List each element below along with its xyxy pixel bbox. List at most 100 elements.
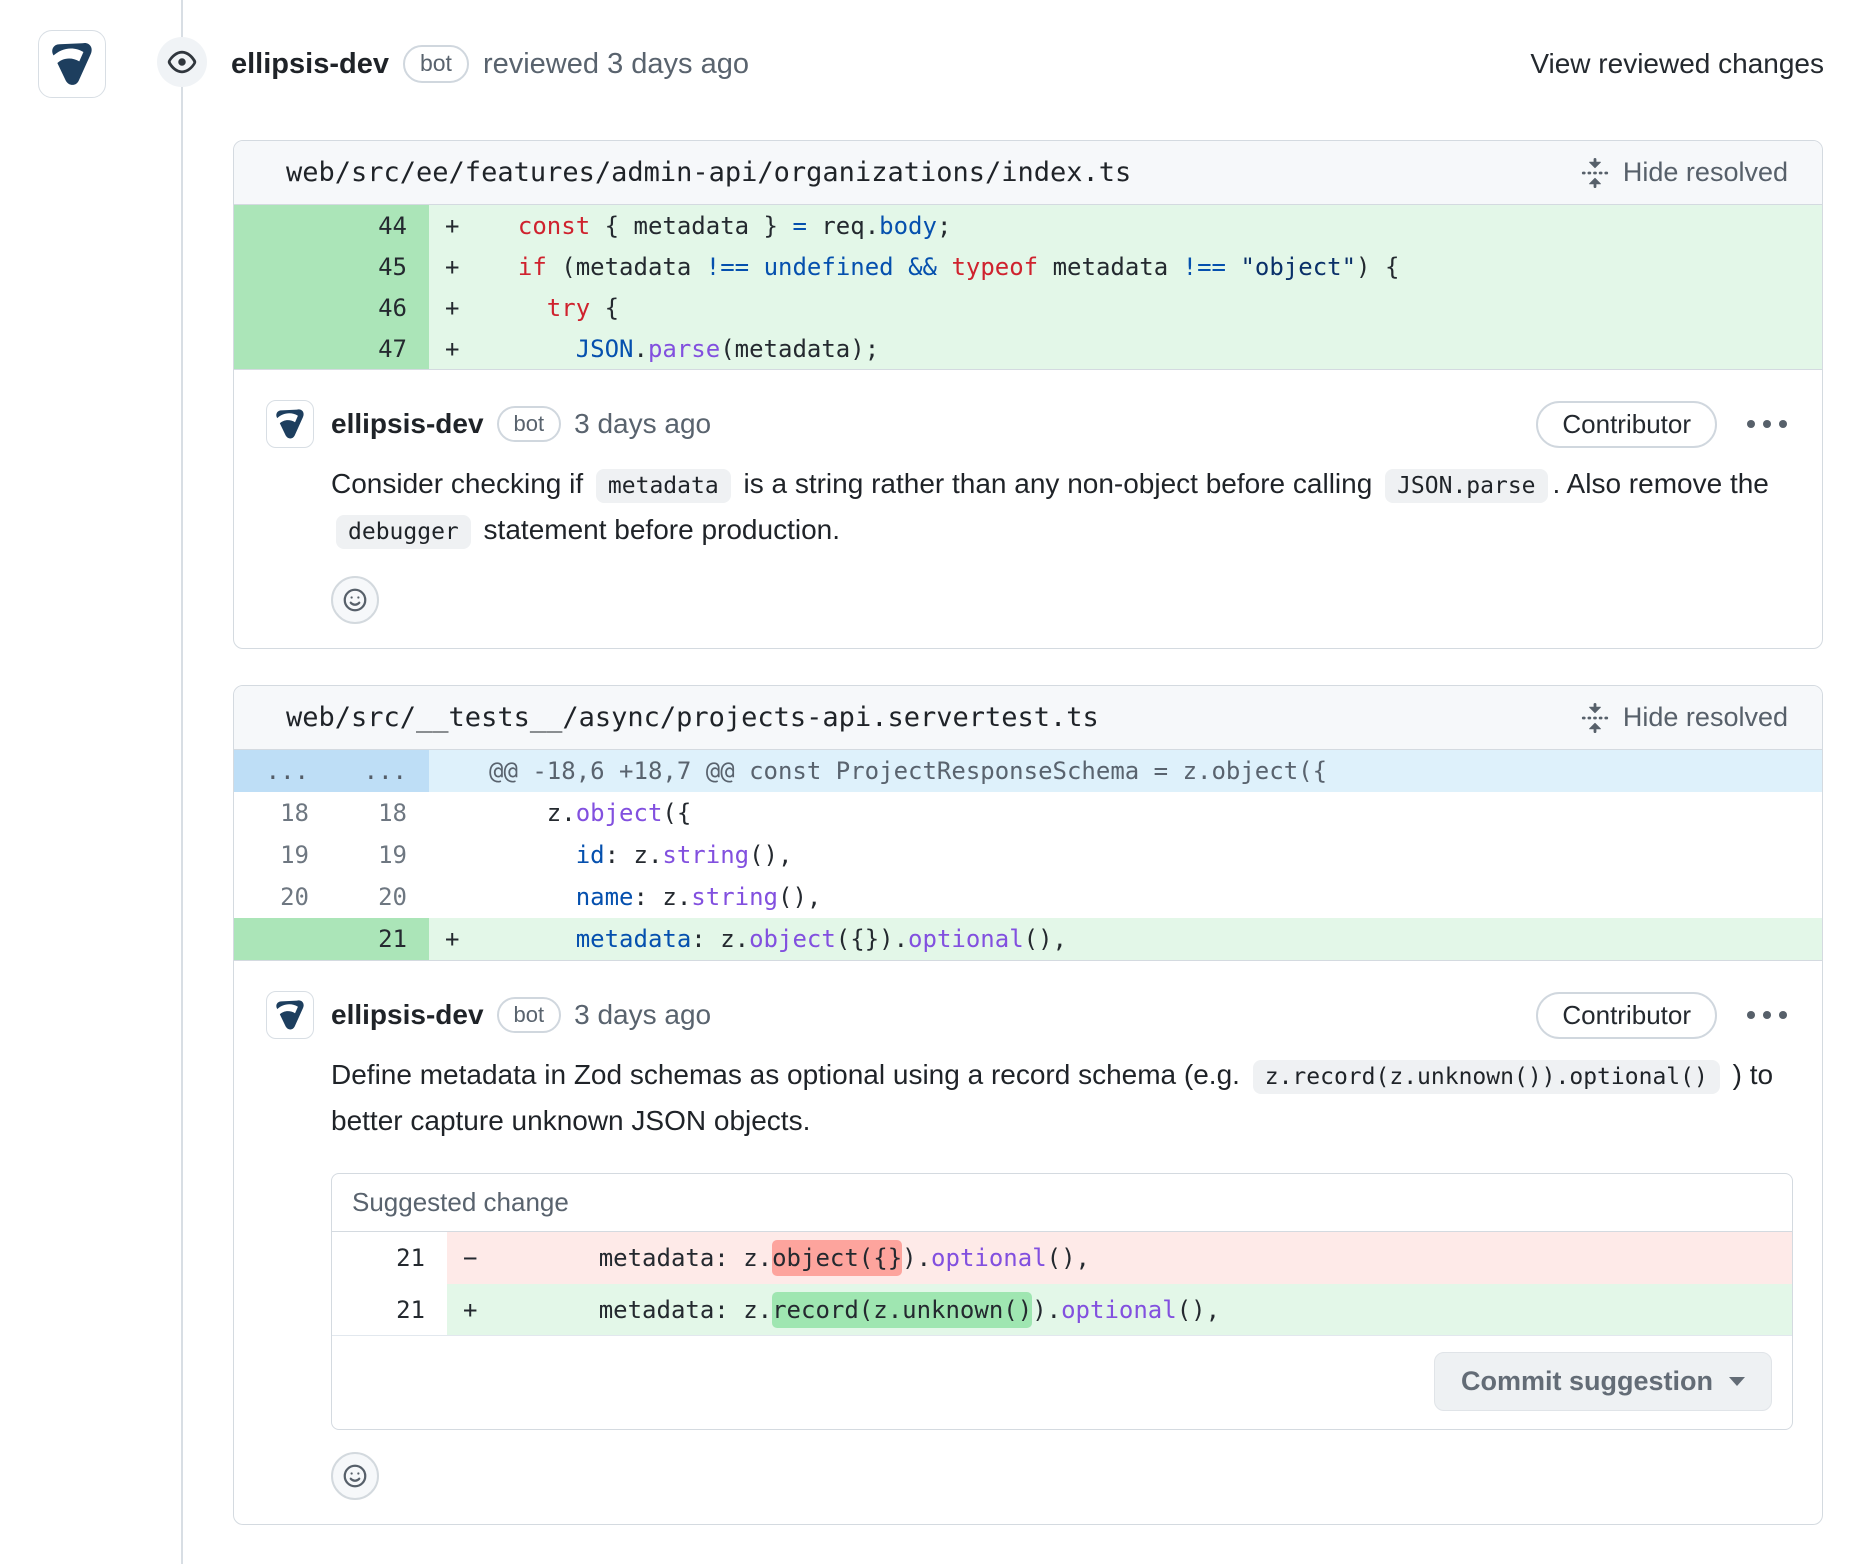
comment-timestamp[interactable]: 3 days ago xyxy=(574,999,711,1031)
line-number-old[interactable]: 18 xyxy=(234,792,331,834)
code-line: const { metadata } = req.body; xyxy=(479,205,1822,246)
diff-sign xyxy=(429,792,479,834)
diff-sign: + xyxy=(429,328,479,369)
fold-icon xyxy=(1580,703,1610,733)
code-line: metadata: z.object({}).optional(), xyxy=(502,1232,1792,1284)
suggested-change-box: Suggested change 21− metadata: z.object(… xyxy=(331,1173,1793,1430)
diff-row: 44+ const { metadata } = req.body; xyxy=(234,205,1822,246)
line-number-old[interactable] xyxy=(234,246,331,287)
diff-sign: + xyxy=(429,287,479,328)
line-number-new[interactable]: 18 xyxy=(331,792,429,834)
line-number-old[interactable]: 19 xyxy=(234,834,331,876)
line-number-new[interactable]: 45 xyxy=(331,246,429,287)
diff-block: 44+ const { metadata } = req.body;45+ if… xyxy=(234,205,1822,369)
contributor-badge: Contributor xyxy=(1536,992,1717,1039)
line-number-old[interactable] xyxy=(234,328,331,369)
bot-badge: bot xyxy=(497,997,562,1033)
review-header: ellipsis-dev bot reviewed 3 days ago xyxy=(231,40,749,88)
code-line: id: z.string(), xyxy=(479,834,1822,876)
inline-code: z.record(z.unknown()).optional() xyxy=(1253,1060,1720,1094)
review-action-text: reviewed 3 days ago xyxy=(483,48,749,81)
line-number-old[interactable] xyxy=(234,205,331,246)
code-line: metadata: z.record(z.unknown()).optional… xyxy=(502,1284,1792,1335)
code-line: try { xyxy=(479,287,1822,328)
line-number-new[interactable]: ... xyxy=(331,750,429,792)
hide-resolved-label: Hide resolved xyxy=(1623,702,1788,733)
diff-block: ......@@ -18,6 +18,7 @@ const ProjectRes… xyxy=(234,750,1822,960)
line-number-new[interactable]: 44 xyxy=(331,205,429,246)
diff-row: 21− metadata: z.object({}).optional(), xyxy=(332,1232,1792,1284)
line-number-new[interactable]: 19 xyxy=(331,834,429,876)
code-line: metadata: z.object({}).optional(), xyxy=(479,918,1822,960)
kebab-menu-icon[interactable] xyxy=(1745,414,1789,434)
diff-row: 45+ if (metadata !== undefined && typeof… xyxy=(234,246,1822,287)
bot-badge: bot xyxy=(497,406,562,442)
diff-row: 47+ JSON.parse(metadata); xyxy=(234,328,1822,369)
line-number-old[interactable]: ... xyxy=(234,750,331,792)
ellipsis-logo-icon xyxy=(46,38,98,90)
commit-suggestion-label: Commit suggestion xyxy=(1461,1366,1713,1397)
code-line: JSON.parse(metadata); xyxy=(479,328,1822,369)
diff-sign: + xyxy=(447,1284,502,1335)
view-reviewed-changes-link[interactable]: View reviewed changes xyxy=(1530,48,1824,80)
diff-sign xyxy=(429,834,479,876)
bot-badge: bot xyxy=(403,45,469,83)
line-number-new[interactable]: 47 xyxy=(331,328,429,369)
fold-icon xyxy=(1580,158,1610,188)
comment-body: Define metadata in Zod schemas as option… xyxy=(331,1053,1789,1143)
comment-author[interactable]: ellipsis-dev xyxy=(331,408,484,440)
diff-sign: + xyxy=(429,205,479,246)
line-number-new[interactable]: 20 xyxy=(331,876,429,918)
ellipsis-logo-icon xyxy=(272,997,308,1033)
diff-row: 46+ try { xyxy=(234,287,1822,328)
add-reaction-button[interactable] xyxy=(331,576,379,624)
diff-row: 1818 z.object({ xyxy=(234,792,1822,834)
comment-avatar[interactable] xyxy=(266,991,314,1039)
review-event-badge xyxy=(157,37,207,87)
hide-resolved-button[interactable]: Hide resolved xyxy=(1580,157,1788,188)
triangle-down-icon xyxy=(1729,1377,1745,1386)
eye-icon xyxy=(167,47,197,77)
diff-row: 21+ metadata: z.object({}).optional(), xyxy=(234,918,1822,960)
file-header: web/src/ee/features/admin-api/organizati… xyxy=(234,141,1822,205)
diff-row: 2020 name: z.string(), xyxy=(234,876,1822,918)
reviewer-avatar[interactable] xyxy=(38,30,106,98)
line-number-new[interactable]: 46 xyxy=(331,287,429,328)
hide-resolved-button[interactable]: Hide resolved xyxy=(1580,702,1788,733)
line-number-old[interactable]: 20 xyxy=(234,876,331,918)
line-number-old[interactable] xyxy=(234,287,331,328)
diff-row: 1919 id: z.string(), xyxy=(234,834,1822,876)
file-header: web/src/__tests__/async/projects-api.ser… xyxy=(234,686,1822,750)
hide-resolved-label: Hide resolved xyxy=(1623,157,1788,188)
inline-code: JSON.parse xyxy=(1385,469,1547,503)
comment-body: Consider checking if metadata is a strin… xyxy=(331,462,1789,554)
review-thread-card: web/src/ee/features/admin-api/organizati… xyxy=(233,140,1823,649)
inline-code: metadata xyxy=(596,469,731,503)
contributor-badge: Contributor xyxy=(1536,401,1717,448)
code-line: if (metadata !== undefined && typeof met… xyxy=(479,246,1822,287)
pull-request-review-timeline: ellipsis-dev bot reviewed 3 days ago Vie… xyxy=(0,0,1858,1564)
commit-suggestion-button[interactable]: Commit suggestion xyxy=(1434,1352,1772,1411)
comment-avatar[interactable] xyxy=(266,400,314,448)
line-number-new[interactable]: 21 xyxy=(331,918,429,960)
file-path[interactable]: web/src/__tests__/async/projects-api.ser… xyxy=(286,702,1099,733)
diff-sign: + xyxy=(429,246,479,287)
comment-author[interactable]: ellipsis-dev xyxy=(331,999,484,1031)
diff-sign xyxy=(429,750,479,792)
diff-row: 21+ metadata: z.record(z.unknown()).opti… xyxy=(332,1284,1792,1336)
code-line: name: z.string(), xyxy=(479,876,1822,918)
review-thread-card: web/src/__tests__/async/projects-api.ser… xyxy=(233,685,1823,1525)
diff-sign: + xyxy=(429,918,479,960)
file-path[interactable]: web/src/ee/features/admin-api/organizati… xyxy=(286,157,1131,188)
diff-sign xyxy=(429,876,479,918)
line-number-old[interactable] xyxy=(234,918,331,960)
kebab-menu-icon[interactable] xyxy=(1745,1005,1789,1025)
reviewer-name[interactable]: ellipsis-dev xyxy=(231,48,389,81)
add-reaction-button[interactable] xyxy=(331,1452,379,1500)
comment-header: ellipsis-dev bot 3 days ago Contributor xyxy=(331,991,1789,1039)
comment-timestamp[interactable]: 3 days ago xyxy=(574,408,711,440)
smiley-icon xyxy=(340,1461,370,1491)
suggestion-diff: 21− metadata: z.object({}).optional(),21… xyxy=(332,1232,1792,1336)
timeline-line xyxy=(181,0,183,1564)
review-comment: ellipsis-dev bot 3 days ago Contributor … xyxy=(234,960,1822,1524)
